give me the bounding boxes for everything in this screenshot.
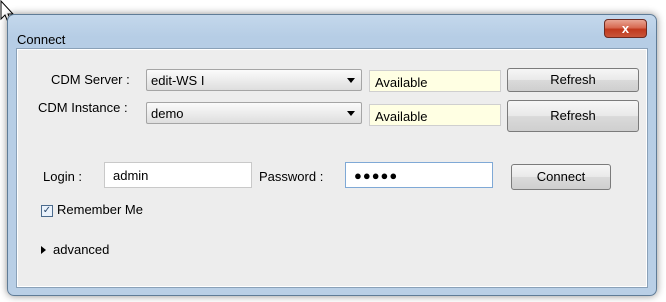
close-icon: x: [621, 21, 630, 36]
remember-me-label: Remember Me: [57, 202, 143, 217]
cdm-instance-value: demo: [151, 106, 184, 121]
checkmark-icon: ✓: [42, 205, 52, 216]
cdm-server-label: CDM Server :: [51, 72, 130, 87]
close-button[interactable]: x: [604, 19, 647, 38]
title-bar: Connect x: [8, 15, 656, 49]
password-input[interactable]: ●●●●●: [345, 162, 493, 188]
server-refresh-label: Refresh: [550, 72, 596, 87]
cdm-server-select[interactable]: edit-WS I: [146, 69, 362, 91]
chevron-down-icon: [347, 111, 355, 116]
content-pane: CDM Server : edit-WS I Available Refresh…: [18, 50, 646, 286]
connect-dialog: Connect x CDM Server : edit-WS I Availab…: [7, 14, 657, 296]
cdm-instance-status: Available: [369, 104, 501, 126]
chevron-down-icon: [347, 78, 355, 83]
expand-triangle-icon[interactable]: [41, 246, 46, 254]
login-value: admin: [113, 168, 149, 183]
advanced-expander[interactable]: advanced: [53, 242, 109, 257]
password-label: Password :: [259, 169, 324, 184]
cdm-server-value: edit-WS I: [151, 73, 205, 88]
login-input[interactable]: admin: [104, 162, 252, 188]
login-label: Login :: [43, 169, 83, 184]
cdm-server-status-text: Available: [375, 75, 428, 90]
instance-refresh-label: Refresh: [550, 108, 596, 123]
remember-me-checkbox[interactable]: ✓: [41, 205, 53, 217]
cdm-server-status: Available: [369, 70, 501, 92]
cdm-instance-status-text: Available: [375, 109, 428, 124]
server-refresh-button[interactable]: Refresh: [507, 68, 639, 92]
dialog-body: CDM Server : edit-WS I Available Refresh…: [16, 48, 648, 288]
connect-label: Connect: [536, 169, 586, 184]
instance-refresh-button[interactable]: Refresh: [507, 100, 639, 132]
dialog-title: Connect: [17, 32, 66, 47]
password-value: ●●●●●: [354, 168, 399, 183]
cdm-instance-select[interactable]: demo: [146, 102, 362, 124]
connect-button[interactable]: Connect: [511, 164, 611, 190]
cdm-instance-label: CDM Instance :: [38, 100, 128, 115]
